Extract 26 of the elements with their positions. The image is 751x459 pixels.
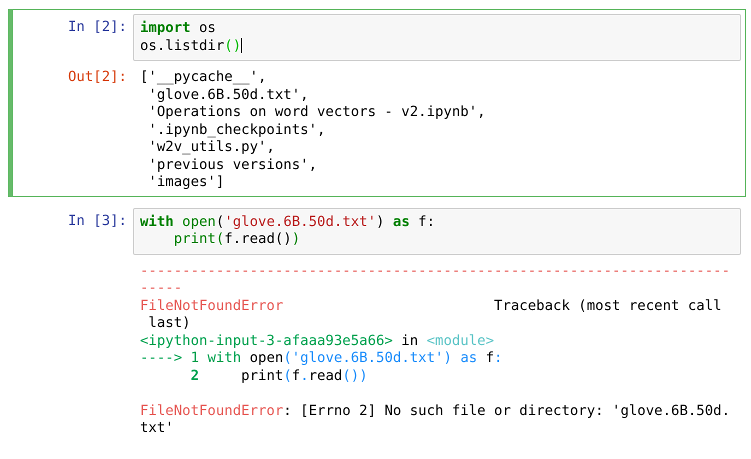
output-line: last) <box>147 315 191 332</box>
code-line: os.listdir() <box>140 38 242 55</box>
output-line: ----> 1 with open('glove.6B.50d.txt') as f: <box>140 350 502 368</box>
output-prompt: Out[2]: <box>68 69 127 87</box>
output-line: FileNotFoundError: [Errno 2] No such file or directory: 'glove.6B.50d. <box>140 402 730 420</box>
output-line: ---------------------------------------------------------------------- <box>140 262 730 280</box>
code-input[interactable]: with open('glove.6B.50d.txt') as f: print(f.read()) <box>133 208 741 254</box>
code-line: print(f.read()) <box>172 231 300 248</box>
output-line: 'glove.6B.50d.txt', <box>147 86 309 104</box>
code-line: with open('glove.6B.50d.txt') as f: <box>140 214 436 231</box>
output-line: ----- <box>140 280 182 298</box>
output-line: '.ipynb_checkpoints', <box>147 122 326 139</box>
output-line: ['__pycache__', <box>140 69 266 86</box>
output-line: <ipython-input-3-afaaa93e5a66> in <module> <box>140 332 494 350</box>
output-line: 'images'] <box>147 174 224 192</box>
notebook-cell[interactable]: In [2]: import os os.listdir() Out[2]: ['__pycache__', 'glove.6B.50d.txt', 'Operations on word vectors - v2.ipynb', '.ipynb_checkpoints', 'w2v_utils.py', 'previous versions', 'images'] <box>8 9 746 196</box>
output-line: txt' <box>140 420 174 438</box>
output-line: 2 print(f.read()) <box>190 368 368 385</box>
input-prompt: In [3]: <box>68 212 127 230</box>
output-line: 'w2v_utils.py', <box>147 139 275 156</box>
output-line: FileNotFoundError Traceback (most recent call <box>140 298 722 315</box>
output-line: 'Operations on word vectors - v2.ipynb', <box>147 104 486 122</box>
input-prompt: In [2]: <box>68 19 127 37</box>
code-line: import os <box>140 20 216 38</box>
code-input[interactable]: import os os.listdir() <box>133 14 741 61</box>
output-line: 'previous versions', <box>147 156 318 174</box>
